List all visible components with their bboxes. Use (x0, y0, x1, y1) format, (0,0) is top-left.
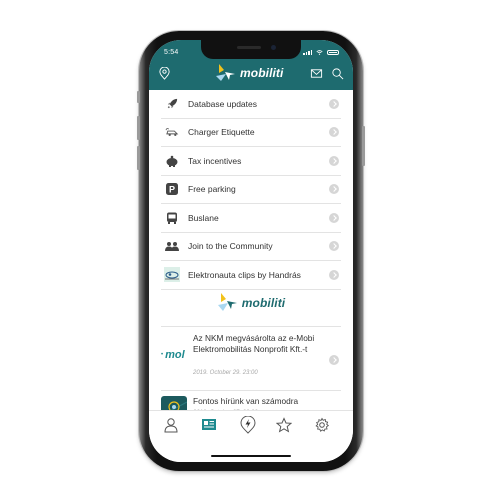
mail-icon[interactable] (310, 67, 323, 80)
news-brand-name: mobiliti (241, 296, 286, 310)
news-title: Az NKM megvásárolta az e-Mobi Elektromob… (193, 333, 315, 354)
news-date: 2019. October 29. 23:00 (193, 370, 258, 376)
power-button (362, 126, 365, 166)
mobiliti-logo-icon (216, 64, 235, 81)
notch (201, 40, 301, 59)
home-indicator[interactable] (211, 455, 291, 457)
tab-profile[interactable] (163, 417, 179, 433)
piggy-bank-icon (164, 153, 180, 169)
search-icon[interactable] (331, 67, 344, 80)
community-icon (164, 238, 180, 254)
chevron-right-icon (329, 269, 339, 280)
brand-name: mobiliti (240, 66, 284, 80)
menu-item-tax-incentives[interactable]: Tax incentives (161, 147, 341, 176)
mobiliti-logo-icon (217, 293, 237, 311)
chevron-right-icon (329, 155, 339, 166)
camera (271, 45, 276, 50)
tab-settings[interactable] (314, 417, 330, 433)
elektronauta-thumbnail (164, 267, 180, 283)
chevron-right-icon (329, 184, 339, 195)
tab-news[interactable] (201, 417, 217, 433)
volume-down-button (137, 146, 140, 170)
menu-item-buslane[interactable]: Buslane (161, 204, 341, 233)
chevron-right-icon (329, 127, 339, 138)
menu-list: Database updates Charger Etiquette Tax i… (161, 90, 341, 290)
menu-item-join-community[interactable]: Join to the Community (161, 233, 341, 261)
news-title: Fontos hírünk van számodra (193, 396, 299, 406)
signal-icon (303, 49, 312, 55)
chevron-right-icon (329, 241, 339, 252)
brand-logo: mobiliti (215, 64, 283, 82)
status-indicators (303, 49, 339, 55)
menu-item-free-parking[interactable]: P Free parking (161, 176, 341, 204)
chevron-right-icon (329, 98, 339, 109)
news-brand-logo: mobiliti (149, 285, 353, 321)
chevron-right-icon (329, 212, 339, 223)
volume-up-button (137, 116, 140, 140)
svg-text:P: P (169, 185, 175, 195)
screen: 5:54 mobiliti Database updates Charger E… (149, 40, 353, 462)
menu-item-charger-etiquette[interactable]: Charger Etiquette (161, 119, 341, 147)
app-header: 5:54 mobiliti (149, 40, 353, 90)
bus-icon (164, 210, 180, 226)
news-item[interactable]: • mol Az NKM megvásárolta az e-Mobi Elek… (161, 326, 341, 391)
battery-icon (327, 49, 339, 55)
rocket-icon (164, 96, 180, 112)
speaker (237, 46, 261, 49)
side-button (137, 91, 140, 103)
tab-charging[interactable] (239, 416, 257, 434)
car-charging-icon (164, 124, 180, 140)
chevron-right-icon (329, 355, 339, 365)
news-thumbnail: • mol (161, 349, 185, 361)
tab-favorites[interactable] (276, 417, 292, 433)
location-pin-icon[interactable] (158, 67, 171, 80)
tab-bar (149, 410, 353, 462)
status-time: 5:54 (164, 49, 179, 56)
parking-icon: P (164, 181, 180, 197)
phone-frame: 5:54 mobiliti Database updates Charger E… (137, 31, 365, 471)
menu-item-database-updates[interactable]: Database updates (161, 90, 341, 119)
wifi-icon (316, 49, 323, 55)
